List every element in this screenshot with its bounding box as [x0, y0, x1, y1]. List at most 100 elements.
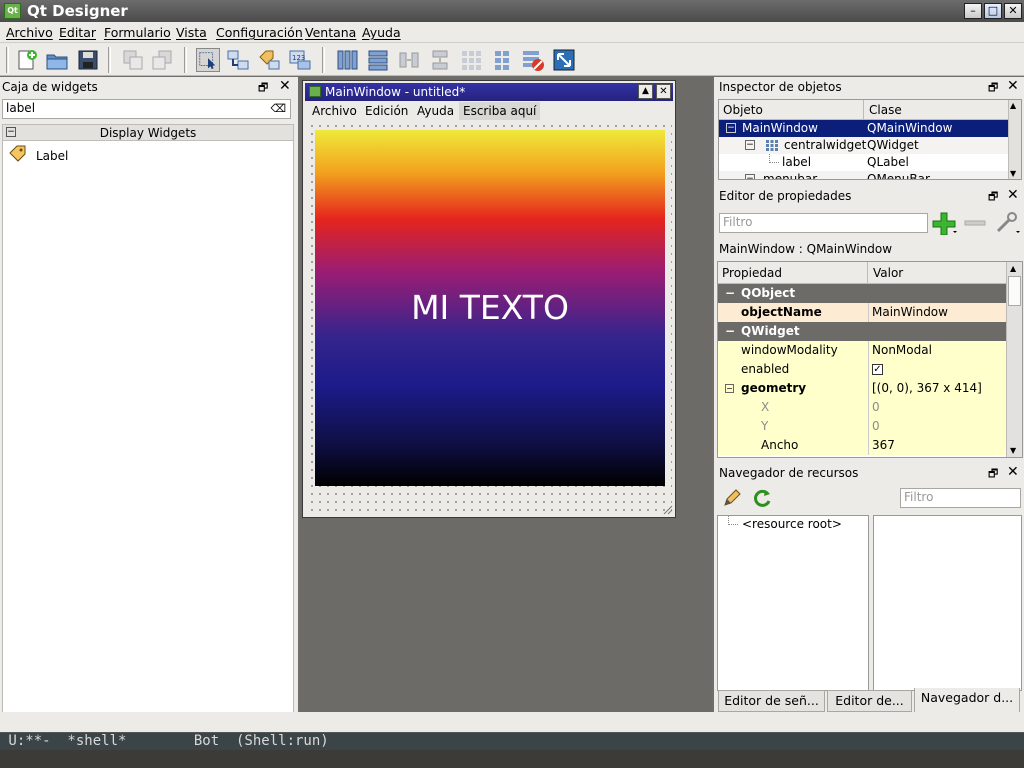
add-dynamic-property-icon[interactable]	[931, 211, 957, 235]
menu-ventana[interactable]: Ventana	[305, 25, 356, 40]
enabled-checkbox[interactable]: ✓	[872, 364, 883, 375]
collapse-icon[interactable]: −	[725, 384, 734, 393]
collapse-icon[interactable]: −	[726, 123, 736, 133]
collapse-icon[interactable]: −	[745, 140, 755, 150]
minimize-button[interactable]: –	[964, 3, 982, 19]
menu-archivo[interactable]: Archivo	[6, 25, 53, 40]
form-maximize-button[interactable]: ▲	[638, 84, 653, 99]
close-icon[interactable]: ✕	[1007, 78, 1019, 94]
widget-category[interactable]: − Display Widgets	[3, 125, 293, 141]
collapse-icon[interactable]: −	[745, 174, 755, 179]
form-close-button[interactable]: ✕	[656, 84, 671, 99]
property-grid-scrollbar[interactable]: ▲ ▼	[1006, 262, 1022, 457]
tree-row-centralwidget[interactable]: − centralwidget QWidget	[719, 137, 1008, 154]
property-filter-input[interactable]: Filtro	[719, 213, 928, 233]
widget-filter-input[interactable]: label ⌫	[2, 99, 291, 119]
scroll-down-icon[interactable]: ▼	[1010, 446, 1016, 455]
close-icon[interactable]: ✕	[279, 78, 291, 94]
float-icon[interactable]: 🗗	[258, 79, 268, 98]
break-layout-icon[interactable]	[521, 48, 545, 72]
prop-row-ancho[interactable]: Ancho 367	[718, 436, 1006, 455]
prop-category-qobject[interactable]: − QObject	[718, 284, 1006, 303]
reload-icon[interactable]	[751, 487, 773, 509]
layout-vertical-icon[interactable]	[366, 48, 390, 72]
edit-buddies-icon[interactable]	[257, 48, 281, 72]
configure-icon[interactable]	[994, 211, 1020, 235]
tree-row-mainwindow[interactable]: − MainWindow QMainWindow	[719, 120, 1008, 137]
form-menu-ayuda[interactable]: Ayuda	[417, 104, 454, 118]
collapse-icon[interactable]: −	[725, 322, 735, 341]
tree-row-label[interactable]: label QLabel	[719, 154, 1008, 171]
column-divider	[868, 398, 869, 417]
collapse-icon[interactable]: −	[725, 284, 735, 303]
scroll-up-icon[interactable]: ▲	[1010, 101, 1016, 110]
resource-root-item[interactable]: <resource root>	[742, 517, 842, 531]
edit-tab-order-icon[interactable]: 123	[288, 48, 312, 72]
tree-object-name: menubar	[763, 172, 818, 180]
tab-action-editor[interactable]: Editor de...	[827, 690, 912, 712]
edit-widgets-icon[interactable]	[196, 48, 220, 72]
remove-dynamic-property-icon[interactable]	[963, 213, 987, 233]
float-icon[interactable]: 🗗	[988, 465, 998, 484]
layout-form-icon[interactable]	[490, 48, 514, 72]
menu-editar[interactable]: Editar	[59, 25, 96, 40]
prop-row-y[interactable]: Y 0	[718, 417, 1006, 436]
layout-h-splitter-icon[interactable]	[397, 48, 421, 72]
col-header-propiedad[interactable]: Propiedad	[718, 262, 868, 284]
maximize-button[interactable]: □	[984, 3, 1002, 19]
prop-value[interactable]: 0	[872, 398, 880, 417]
float-icon[interactable]: 🗗	[988, 188, 998, 207]
toolbar-separator	[322, 47, 325, 73]
scroll-down-icon[interactable]: ▼	[1010, 169, 1016, 178]
close-window-button[interactable]: ✕	[1004, 3, 1022, 19]
prop-name: enabled	[741, 362, 790, 376]
col-header-objeto[interactable]: Objeto	[719, 100, 864, 120]
prop-value[interactable]: MainWindow	[872, 303, 948, 322]
close-icon[interactable]: ✕	[1007, 464, 1019, 480]
scroll-up-icon[interactable]: ▲	[1010, 264, 1016, 273]
form-menu-archivo[interactable]: Archivo	[312, 104, 357, 118]
col-header-valor[interactable]: Valor	[869, 262, 907, 284]
float-icon[interactable]: 🗗	[988, 79, 998, 98]
menu-ayuda[interactable]: Ayuda	[362, 25, 401, 40]
form-title-bar: MainWindow - untitled* ▲ ✕	[305, 83, 673, 101]
layout-horizontal-icon[interactable]	[335, 48, 359, 72]
tab-resource-browser[interactable]: Navegador d...	[914, 688, 1020, 713]
send-to-back-icon[interactable]	[121, 48, 145, 72]
col-header-clase[interactable]: Clase	[865, 100, 906, 120]
menu-vista[interactable]: Vista	[176, 25, 207, 40]
edit-resources-icon[interactable]	[722, 488, 742, 508]
tab-signal-slot-editor[interactable]: Editor de señ...	[718, 690, 825, 712]
clear-filter-icon[interactable]: ⌫	[270, 100, 286, 117]
layout-v-splitter-icon[interactable]	[428, 48, 452, 72]
edit-signals-icon[interactable]	[226, 48, 250, 72]
prop-row-geometry[interactable]: − geometry [(0, 0), 367 x 414]	[718, 379, 1006, 398]
save-form-icon[interactable]	[76, 48, 100, 72]
resource-filter-input[interactable]: Filtro	[900, 488, 1021, 508]
prop-row-x[interactable]: X 0	[718, 398, 1006, 417]
prop-row-enabled[interactable]: enabled ✓	[718, 360, 1006, 379]
size-grip-icon[interactable]	[661, 503, 673, 515]
bring-to-front-icon[interactable]	[150, 48, 174, 72]
menu-configuracion[interactable]: Configuración	[216, 25, 303, 40]
adjust-size-icon[interactable]	[552, 48, 576, 72]
layout-grid-icon[interactable]	[459, 48, 483, 72]
label-widget[interactable]: MI TEXTO	[315, 130, 665, 486]
form-menu-edicion[interactable]: Edición	[365, 104, 408, 118]
prop-value[interactable]: 367	[872, 436, 895, 455]
prop-value[interactable]: [(0, 0), 367 x 414]	[872, 379, 982, 398]
object-tree-scrollbar[interactable]: ▲ ▼	[1008, 100, 1021, 179]
prop-row-windowmodality[interactable]: windowModality NonModal	[718, 341, 1006, 360]
prop-value[interactable]: NonModal	[872, 341, 932, 360]
tree-row-menubar[interactable]: − menubar QMenuBar	[719, 171, 1008, 180]
form-menu-type-here[interactable]: Escriba aquí	[459, 102, 541, 120]
prop-row-objectname[interactable]: objectName MainWindow	[718, 303, 1006, 322]
menu-formulario[interactable]: Formulario	[104, 25, 171, 40]
prop-value[interactable]: 0	[872, 417, 880, 436]
open-form-icon[interactable]	[45, 48, 69, 72]
resource-browser-header: Navegador de recursos 🗗 ✕	[714, 463, 1024, 483]
new-form-icon[interactable]	[15, 48, 39, 72]
scroll-thumb[interactable]	[1008, 276, 1021, 306]
prop-category-qwidget[interactable]: − QWidget	[718, 322, 1006, 341]
close-icon[interactable]: ✕	[1007, 187, 1019, 203]
